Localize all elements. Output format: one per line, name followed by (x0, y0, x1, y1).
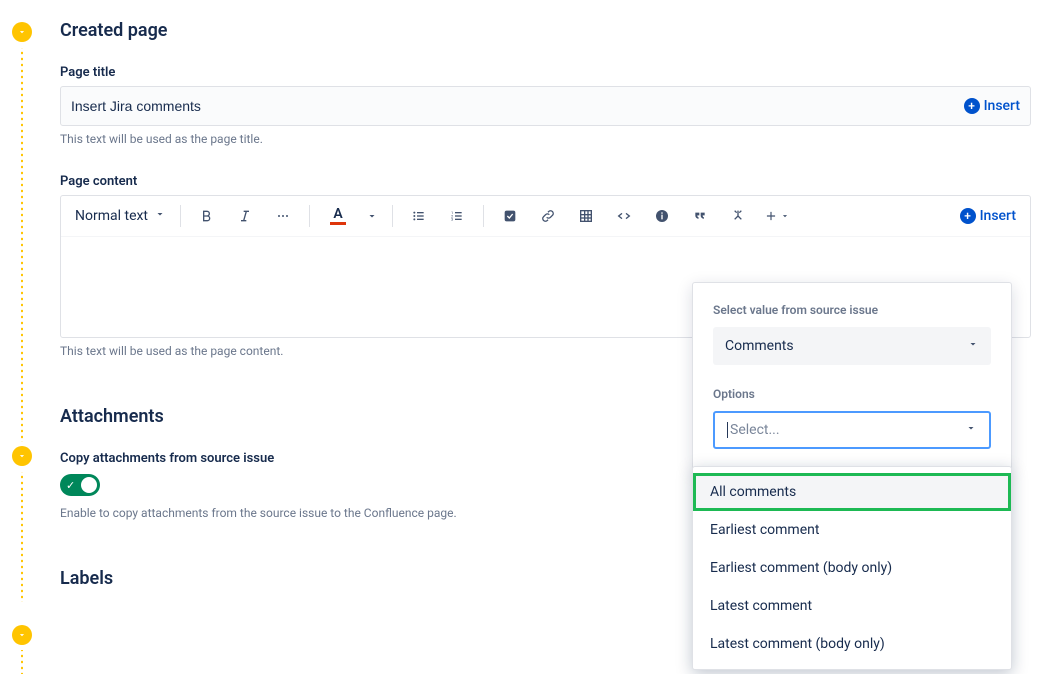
insert-label: Insert (980, 208, 1016, 224)
option-earliest-comment[interactable]: Earliest comment (693, 511, 1011, 549)
action-item-button[interactable] (498, 204, 522, 228)
italic-button[interactable] (233, 204, 257, 228)
option-latest-comment[interactable]: Latest comment (693, 587, 1011, 625)
plus-icon: + (964, 98, 980, 114)
decision-button[interactable] (726, 204, 750, 228)
options-select[interactable]: Select... (713, 411, 991, 449)
page-title-label: Page title (60, 65, 1031, 80)
add-more-button[interactable] (764, 204, 790, 228)
more-formatting-button[interactable] (271, 204, 295, 228)
text-cursor (727, 422, 728, 438)
insert-value-popover: Select value from source issue Comments … (692, 282, 1012, 470)
toggle-knob (81, 477, 97, 493)
text-color-button[interactable]: A (324, 204, 352, 228)
chevron-down-icon[interactable] (366, 207, 378, 226)
numbered-list-button[interactable]: 123 (445, 204, 469, 228)
page-title-input[interactable] (71, 87, 964, 125)
chevron-down-icon (965, 422, 977, 438)
copy-attachments-toggle[interactable]: ✓ (60, 474, 100, 496)
text-style-select[interactable]: Normal text (75, 208, 166, 224)
source-issue-value: Comments (725, 338, 794, 354)
svg-text:3: 3 (451, 217, 453, 222)
option-all-comments[interactable]: All comments (693, 473, 1011, 511)
separator (180, 205, 181, 227)
chevron-down-icon (967, 338, 979, 354)
insert-label: Insert (984, 98, 1020, 114)
text-style-label: Normal text (75, 208, 148, 224)
options-dropdown: All comments Earliest comment Earliest c… (692, 466, 1012, 670)
insert-button-content[interactable]: + Insert (960, 208, 1016, 224)
quote-button[interactable] (688, 204, 712, 228)
source-issue-select[interactable]: Comments (713, 327, 991, 365)
options-label: Options (713, 387, 991, 401)
insert-button-title[interactable]: + Insert (964, 98, 1020, 114)
bullet-list-button[interactable] (407, 204, 431, 228)
code-button[interactable] (612, 204, 636, 228)
timeline-line (21, 48, 23, 442)
info-button[interactable] (650, 204, 674, 228)
separator (309, 205, 310, 227)
separator (483, 205, 484, 227)
page-title-helper: This text will be used as the page title… (60, 132, 1031, 146)
chevron-down-icon (154, 208, 166, 224)
section-collapse-icon[interactable] (12, 625, 32, 645)
plus-icon: + (960, 208, 976, 224)
options-placeholder: Select... (730, 422, 780, 438)
section-heading-created-page: Created page (60, 20, 1031, 41)
bold-button[interactable] (195, 204, 219, 228)
section-collapse-icon[interactable] (12, 22, 32, 42)
page-content-label: Page content (60, 174, 1031, 189)
page-title-input-row: + Insert (60, 86, 1031, 126)
source-issue-label: Select value from source issue (713, 303, 991, 317)
option-earliest-comment-body[interactable]: Earliest comment (body only) (693, 549, 1011, 587)
timeline-gutter (0, 20, 60, 589)
option-latest-comment-body[interactable]: Latest comment (body only) (693, 625, 1011, 663)
editor-toolbar: Normal text A (61, 196, 1030, 237)
check-icon: ✓ (66, 479, 75, 492)
separator (392, 205, 393, 227)
link-button[interactable] (536, 204, 560, 228)
timeline-line (21, 650, 23, 674)
table-button[interactable] (574, 204, 598, 228)
section-collapse-icon[interactable] (12, 446, 32, 466)
timeline-line (21, 472, 23, 602)
